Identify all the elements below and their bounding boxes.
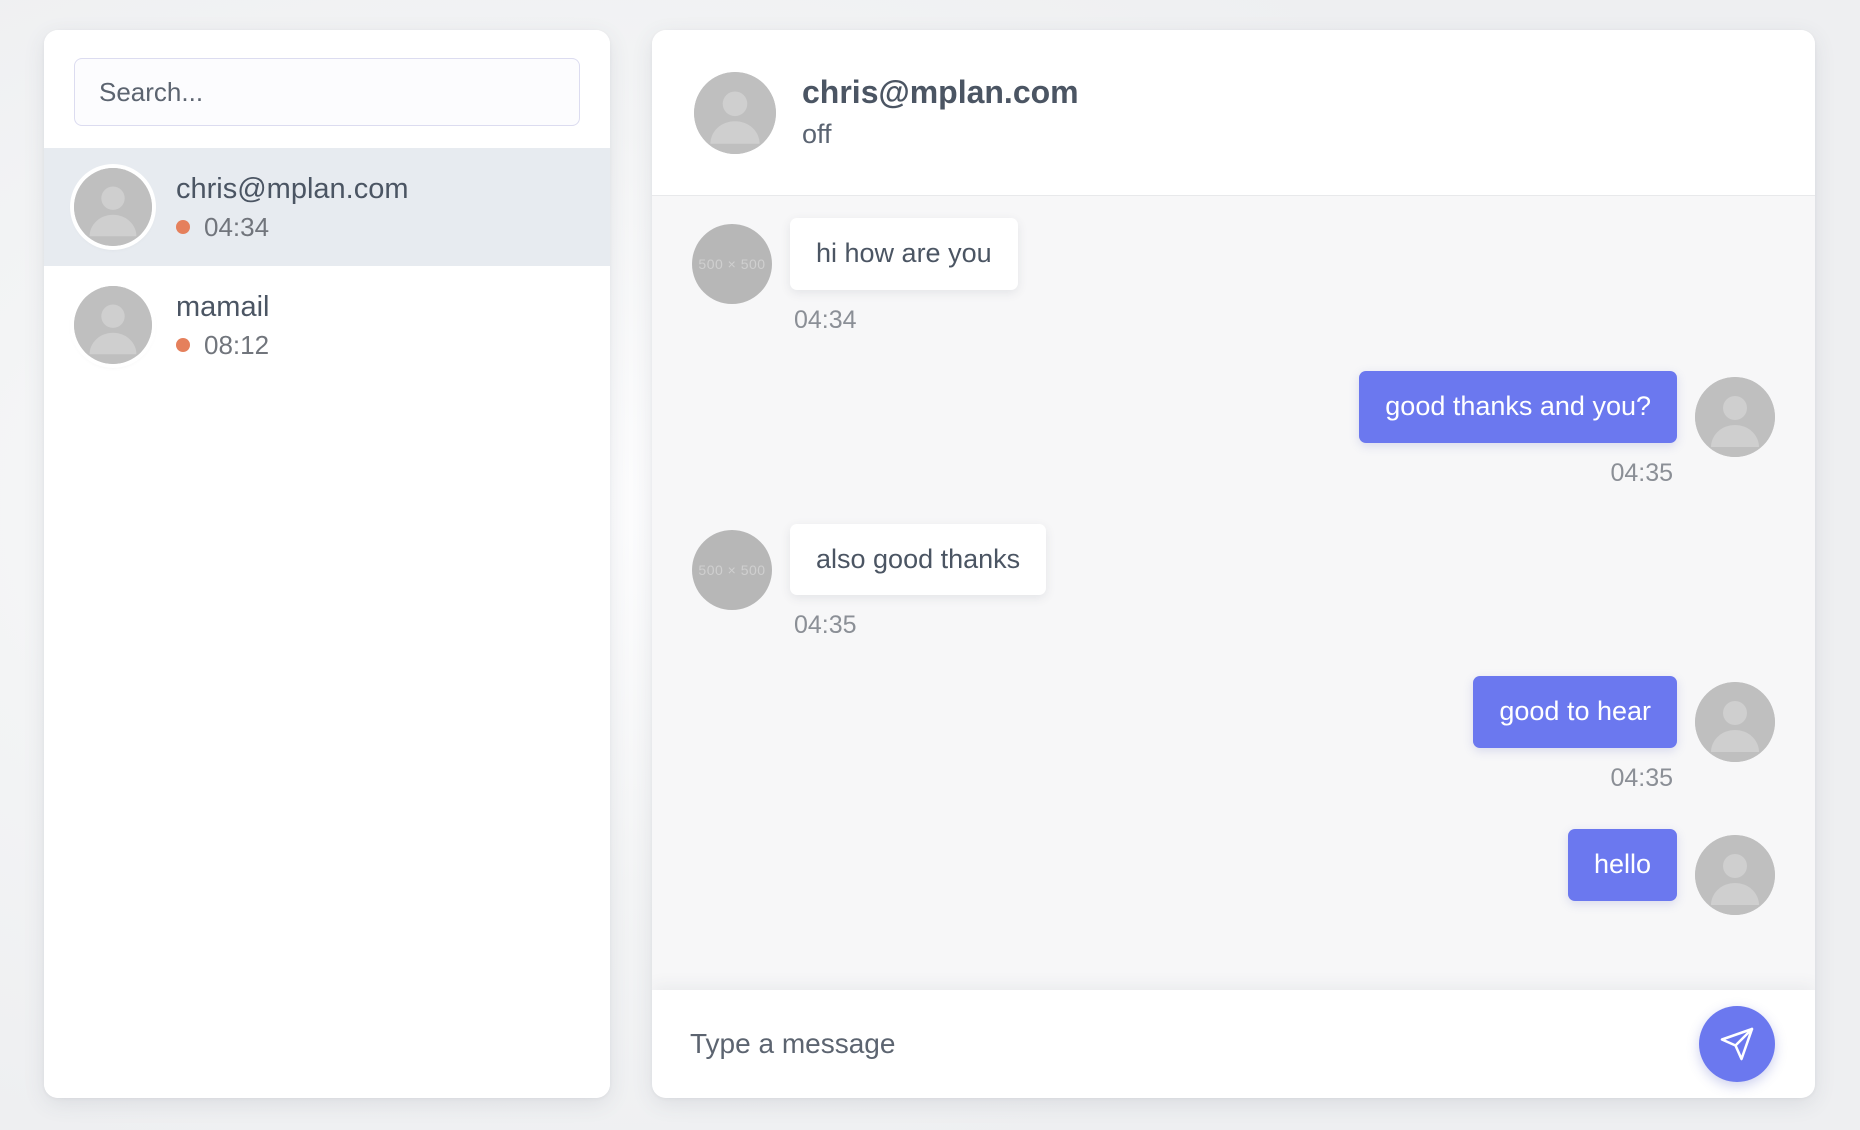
person-avatar-icon xyxy=(1695,835,1775,915)
message-input[interactable] xyxy=(678,1028,1699,1060)
message-timestamp: 04:35 xyxy=(1610,458,1673,487)
person-avatar-icon xyxy=(74,286,152,364)
image-placeholder-avatar-icon: 500 × 500 xyxy=(692,529,772,610)
conversation-meta: mamail 08:12 xyxy=(176,290,270,358)
conversation-name: mamail xyxy=(176,290,270,323)
message-composer xyxy=(652,990,1815,1098)
person-avatar-icon xyxy=(1695,376,1775,457)
message-row: 500 × 500 also good thanks 04:35 xyxy=(692,523,1775,641)
message-list[interactable]: 500 × 500 hi how are you 04:34 good than… xyxy=(652,196,1815,990)
chat-header: chris@mplan.com off xyxy=(652,30,1815,196)
chat-panel: chris@mplan.com off 500 × 500 hi how are… xyxy=(652,30,1815,1098)
message-content: good thanks and you? 04:35 xyxy=(1359,370,1677,488)
conversation-meta: chris@mplan.com 04:34 xyxy=(176,172,409,240)
message-bubble: hi how are you xyxy=(790,218,1018,290)
message-timestamp: 04:34 xyxy=(794,305,857,334)
chat-presence-status: off xyxy=(802,119,832,150)
message-content: good to hear 04:35 xyxy=(1473,676,1677,793)
conversation-name: chris@mplan.com xyxy=(176,172,409,205)
chat-header-text: chris@mplan.com off xyxy=(802,74,1079,150)
message-bubble: good thanks and you? xyxy=(1359,370,1677,443)
person-avatar-icon xyxy=(694,71,776,154)
conversations-panel: chris@mplan.com 04:34 mamail 08:1 xyxy=(44,30,610,1098)
message-timestamp: 04:35 xyxy=(1610,764,1673,792)
chat-title: chris@mplan.com xyxy=(802,74,1079,111)
message-content: hello xyxy=(1567,829,1677,917)
conversation-time: 08:12 xyxy=(204,329,270,360)
send-paper-plane-icon xyxy=(1719,1026,1755,1062)
person-avatar-icon xyxy=(74,168,152,246)
avatar-placeholder-label: 500 × 500 xyxy=(698,561,766,578)
image-placeholder-avatar-icon: 500 × 500 xyxy=(692,224,772,304)
unread-status-dot-icon xyxy=(176,337,190,352)
conversation-time: 04:34 xyxy=(204,211,270,242)
search-input[interactable] xyxy=(74,58,580,126)
message-timestamp: 04:35 xyxy=(794,611,857,640)
message-row: hello xyxy=(692,829,1775,917)
message-row: good thanks and you? 04:35 xyxy=(692,370,1775,488)
message-bubble: also good thanks xyxy=(790,523,1047,596)
message-content: also good thanks 04:35 xyxy=(790,523,1047,641)
send-button[interactable] xyxy=(1699,1006,1775,1082)
message-bubble: good to hear xyxy=(1473,676,1677,748)
person-avatar-icon xyxy=(1695,682,1775,763)
message-content: hi how are you 04:34 xyxy=(790,218,1018,335)
conversation-subline: 04:34 xyxy=(176,214,409,240)
message-bubble: hello xyxy=(1567,829,1677,901)
conversation-list: chris@mplan.com 04:34 mamail 08:12 xyxy=(44,148,610,1098)
avatar-placeholder-label: 500 × 500 xyxy=(698,256,766,272)
conversation-subline: 08:12 xyxy=(176,332,269,358)
conversation-item-chris[interactable]: chris@mplan.com 04:34 xyxy=(44,148,610,266)
conversation-item-mamail[interactable]: mamail 08:12 xyxy=(44,266,610,384)
message-row: good to hear 04:35 xyxy=(692,676,1775,793)
unread-status-dot-icon xyxy=(176,219,190,234)
search-bar-container xyxy=(44,30,610,148)
message-row: 500 × 500 hi how are you 04:34 xyxy=(692,218,1775,335)
